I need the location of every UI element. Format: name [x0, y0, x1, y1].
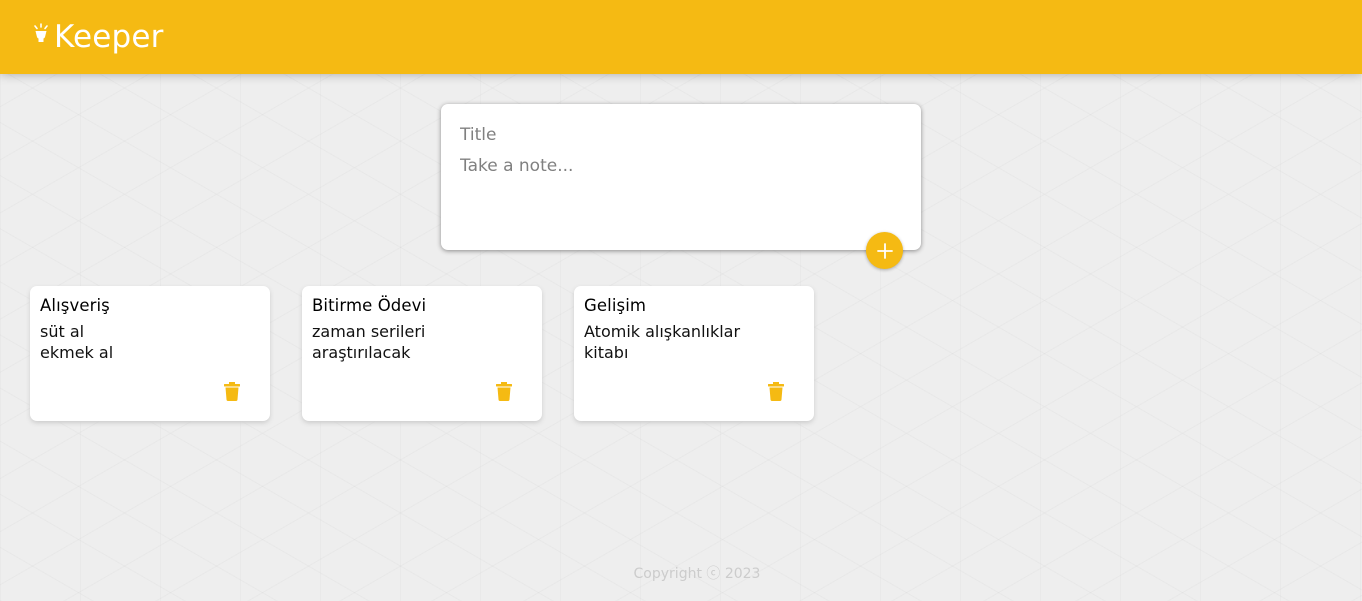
footer: Copyright ⓒ 2023	[0, 563, 1362, 583]
trash-icon	[496, 381, 512, 401]
note-title: Bitirme Ödevi	[312, 296, 427, 315]
note-card: Bitirme Ödevi zaman serileri araştırılac…	[302, 286, 542, 421]
delete-note-button[interactable]	[222, 381, 242, 401]
note-content: süt al ekmek al	[40, 322, 114, 362]
copyright-text: Copyright ⓒ 2023	[633, 566, 761, 582]
note-card: Alışveriş süt al ekmek al	[30, 286, 270, 421]
note-title: Gelişim	[584, 296, 647, 315]
plus-icon	[876, 242, 893, 259]
brand: Keeper	[32, 19, 164, 55]
trash-icon	[224, 381, 240, 401]
delete-note-button[interactable]	[494, 381, 514, 401]
note-card: Gelişim Atomik alışkanlıklar kitabı	[574, 286, 814, 421]
note-content-input[interactable]	[460, 156, 902, 216]
note-content: Atomik alışkanlıklar kitabı	[584, 322, 741, 362]
trash-icon	[768, 381, 784, 401]
create-note-form	[441, 104, 921, 250]
app-title: Keeper	[54, 19, 164, 55]
lightbulb-icon	[34, 23, 48, 42]
delete-note-button[interactable]	[766, 381, 786, 401]
note-title-input[interactable]	[460, 124, 902, 146]
note-content: zaman serileri araştırılacak	[312, 322, 426, 362]
app-header: Keeper	[0, 0, 1362, 74]
add-note-button[interactable]	[866, 232, 903, 269]
note-title: Alışveriş	[40, 296, 110, 315]
